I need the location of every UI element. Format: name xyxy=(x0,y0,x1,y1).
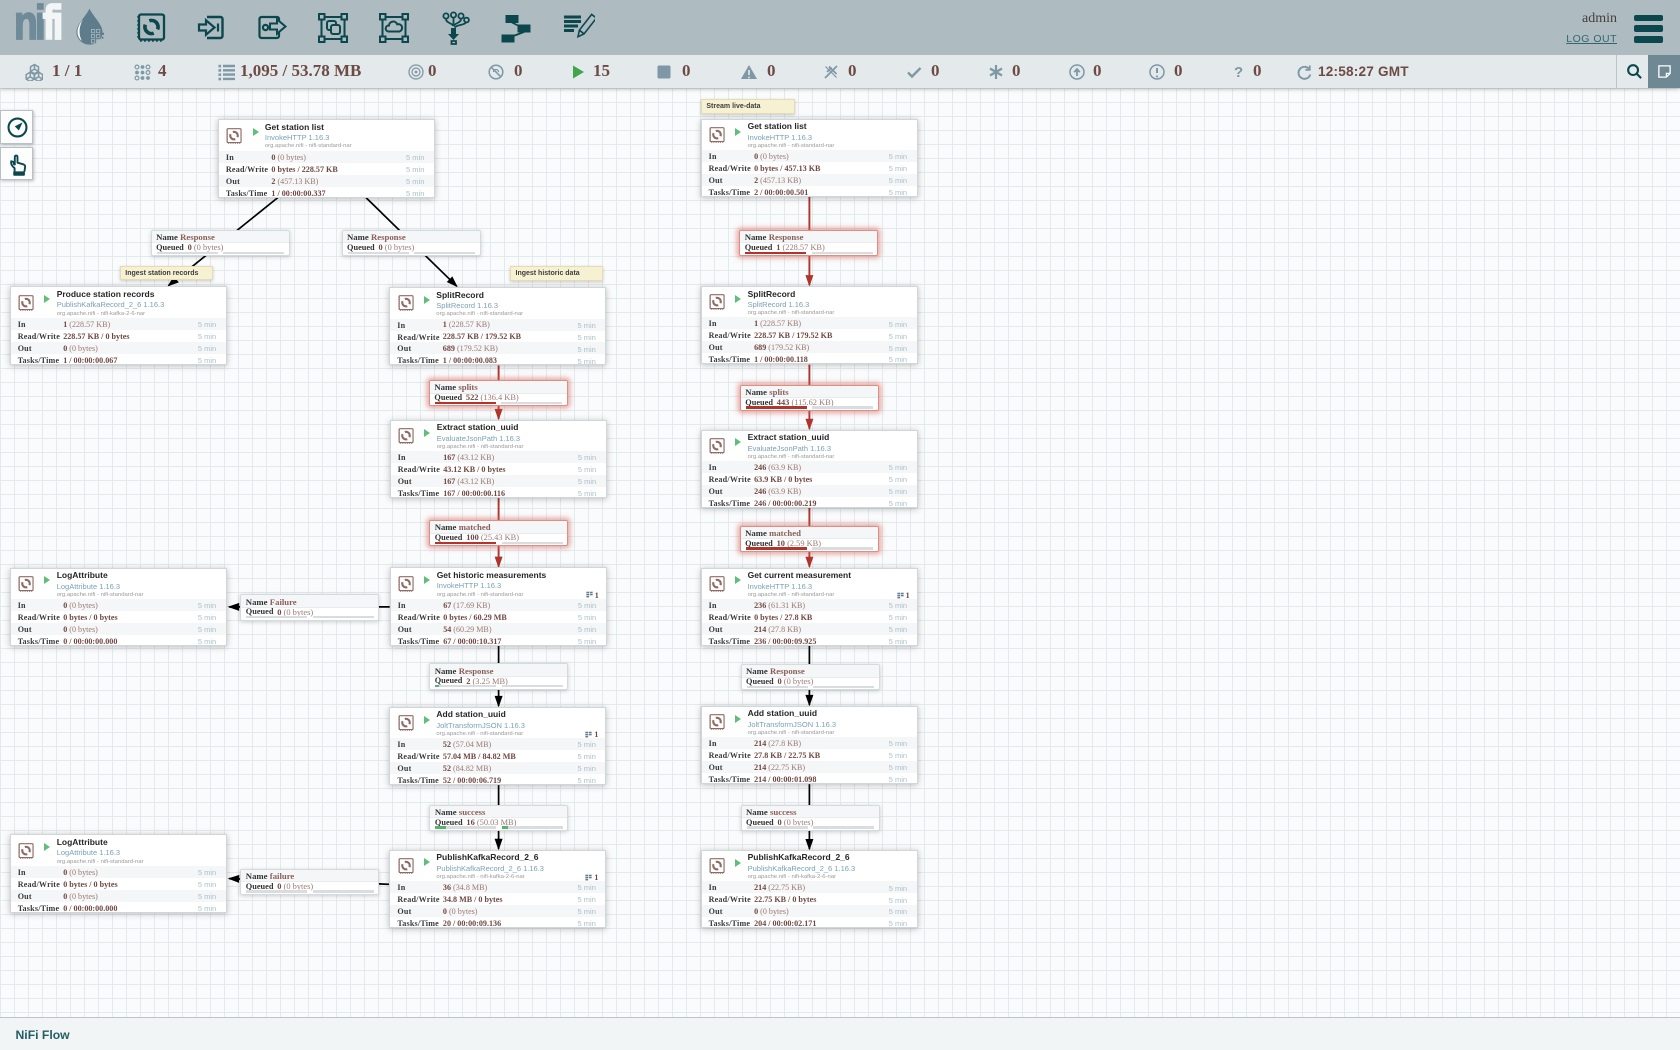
svg-text:?: ? xyxy=(1234,64,1243,81)
